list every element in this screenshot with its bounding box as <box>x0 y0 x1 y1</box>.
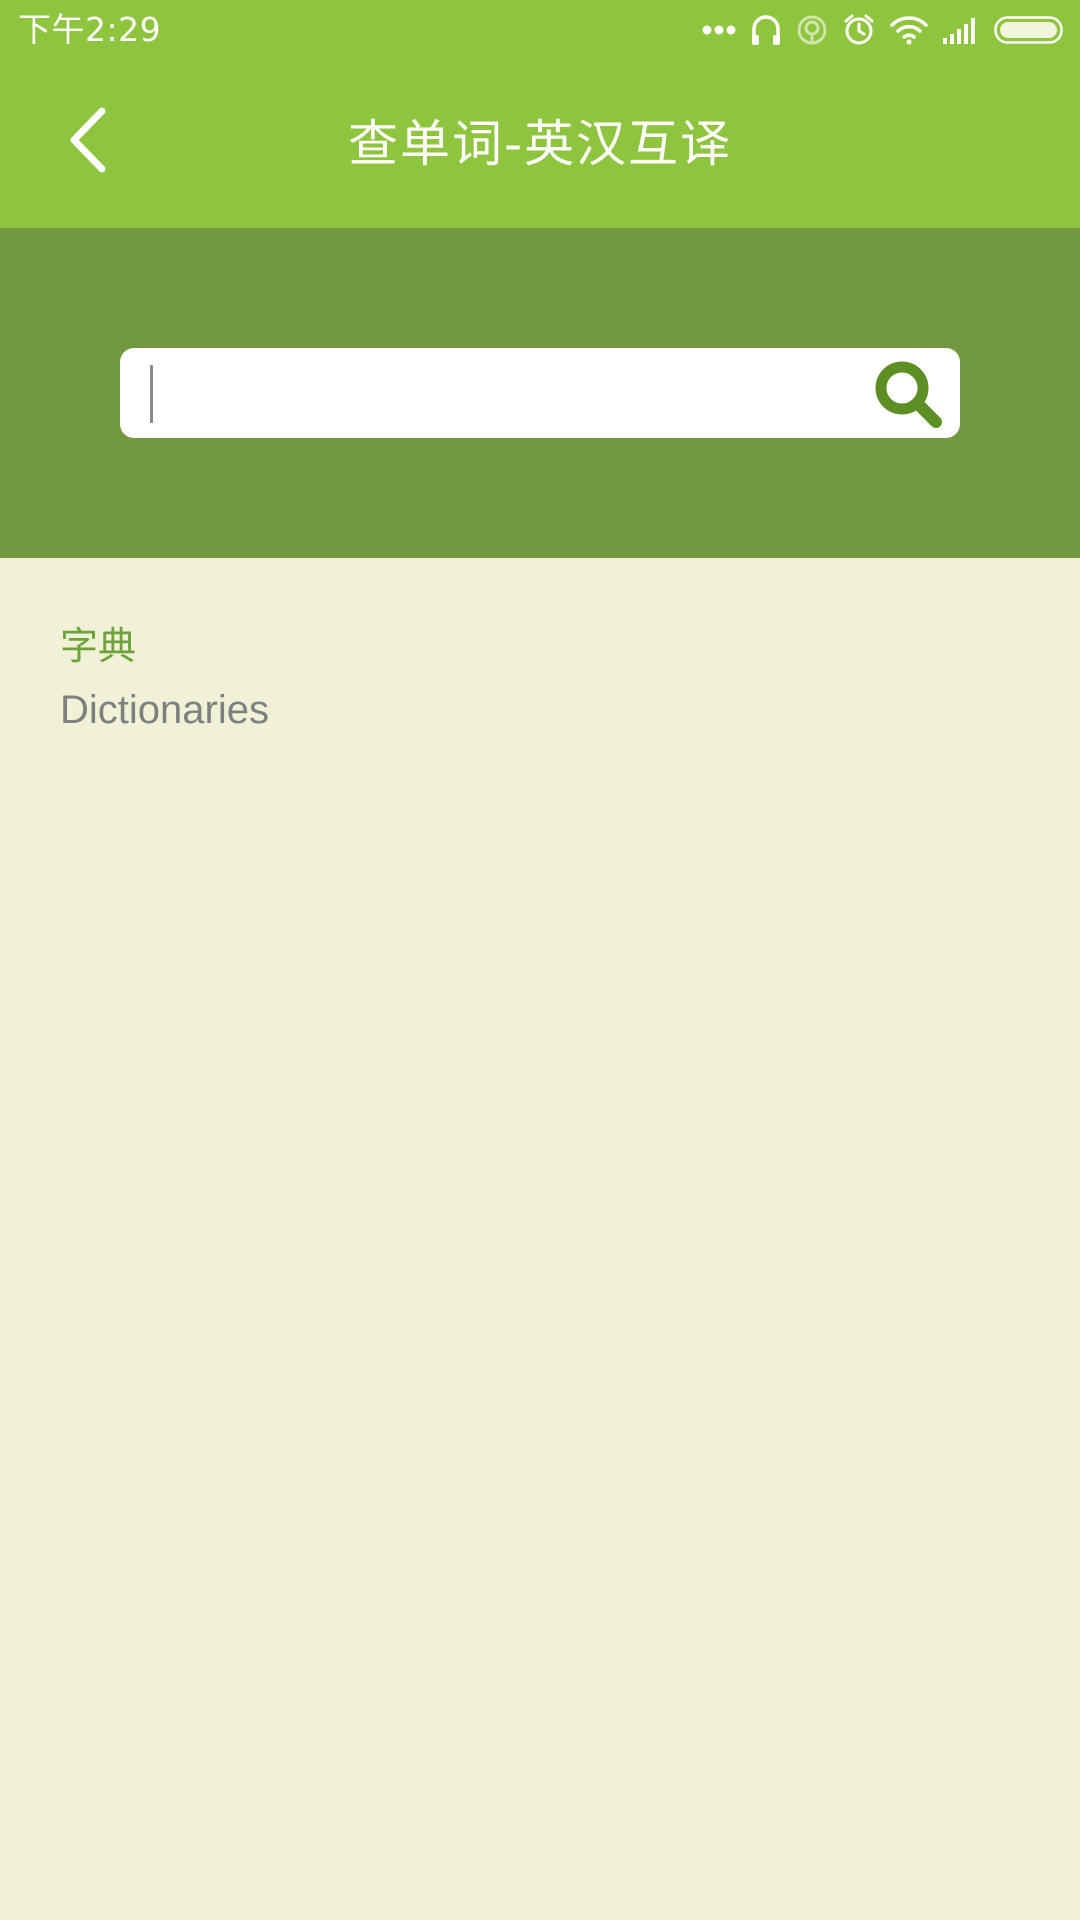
dictionary-list: 字典 Dictionaries <box>0 558 1080 1920</box>
search-icon <box>870 361 946 436</box>
battery-icon <box>994 15 1066 45</box>
hotspot-icon <box>796 14 828 46</box>
status-icons <box>702 10 1066 50</box>
dictionary-item[interactable]: 字典 Dictionaries <box>60 622 660 734</box>
text-caret <box>150 365 153 423</box>
search-area <box>0 228 1080 558</box>
status-time: 下午2:29 <box>18 10 162 49</box>
search-box <box>120 348 960 438</box>
status-bar: 下午2:29 <box>0 0 1080 62</box>
search-button[interactable] <box>870 356 946 432</box>
wifi-icon <box>890 15 928 45</box>
search-input[interactable] <box>148 348 868 438</box>
page-title: 查单词-英汉互译 <box>347 115 733 173</box>
dictionary-title: 字典 <box>60 624 137 668</box>
dictionary-subtitle: Dictionaries <box>60 688 269 732</box>
headset-icon <box>750 13 782 47</box>
signal-icon <box>942 16 980 44</box>
alarm-icon <box>842 13 876 47</box>
more-dots-icon <box>702 24 736 36</box>
toolbar: 查单词-英汉互译 <box>0 62 1080 228</box>
